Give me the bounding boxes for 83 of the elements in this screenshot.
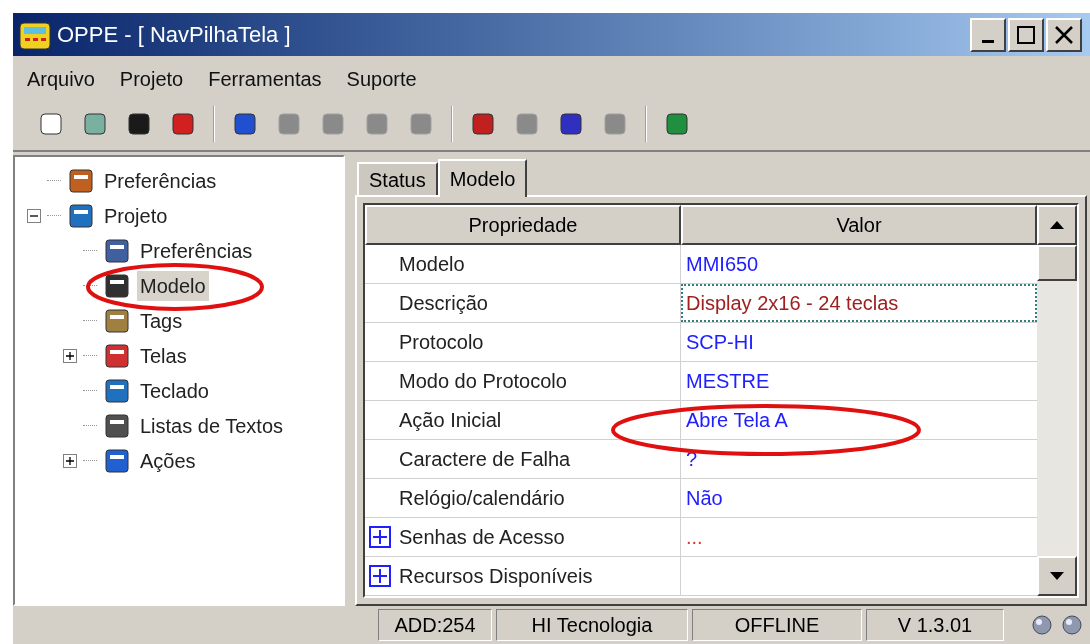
property-value: MESTRE [685, 369, 771, 394]
tree-node-icon [103, 446, 131, 475]
tree-item[interactable]: Tags [137, 305, 186, 336]
toolbar-separator [213, 106, 215, 142]
menu-item[interactable]: Ferramentas [208, 64, 322, 94]
status-led-icon [1032, 615, 1052, 635]
property-value: Não [685, 486, 724, 511]
tool-icon [469, 110, 497, 138]
property-name: Caractere de Falha [399, 447, 571, 472]
tree-item[interactable]: Teclado [137, 375, 212, 406]
minimize-icon [982, 40, 994, 43]
status-panel: ADD:254 [378, 609, 492, 641]
tool-icon [81, 110, 109, 138]
tree-item[interactable]: Telas [137, 340, 190, 371]
tree-node-icon [103, 341, 131, 370]
expand-toggle[interactable] [63, 453, 77, 468]
tool-icon [513, 110, 541, 138]
menu-item[interactable]: Suporte [346, 64, 417, 94]
scroll-thumb[interactable] [1037, 245, 1077, 281]
property-name: Senhas de Acesso [399, 525, 565, 550]
property-name: Relógio/calendário [399, 486, 565, 511]
app-icon [19, 19, 51, 50]
scrollbar[interactable] [1037, 205, 1077, 596]
tree-node-icon [67, 166, 95, 195]
column-header[interactable]: Propriedade [365, 205, 681, 245]
tool-icon [169, 110, 197, 138]
tree-item[interactable]: Listas de Textos [137, 410, 287, 441]
tool-icon [275, 110, 303, 138]
expand-icon[interactable] [369, 565, 391, 587]
menu-item[interactable]: Projeto [119, 64, 184, 94]
minimize-button[interactable] [970, 17, 1006, 52]
tree-item[interactable]: Preferências [137, 235, 256, 266]
tool-icon [319, 110, 347, 138]
tool-icon [663, 110, 691, 138]
tree-node-icon [67, 201, 95, 230]
scroll-down-button[interactable] [1037, 556, 1077, 596]
tree-node-icon [103, 236, 131, 265]
down-arrow-icon [1050, 572, 1064, 580]
tool-icon [407, 110, 435, 138]
tool-icon [601, 110, 629, 138]
status-led-icon [1062, 615, 1082, 635]
tree-node-icon [103, 271, 131, 300]
status-panel: HI Tecnologia [496, 609, 688, 641]
tool-icon [231, 110, 259, 138]
tool-icon [557, 110, 585, 138]
property-name: Recursos Disponíveis [399, 564, 593, 589]
property-value: SCP-HI [685, 330, 755, 355]
toolbar-separator [451, 106, 453, 142]
toolbar-separator [645, 106, 647, 142]
scroll-up-button[interactable] [1037, 205, 1077, 245]
tree-node-icon [103, 306, 131, 335]
property-value: Abre Tela A [685, 408, 789, 433]
column-header[interactable]: Valor [681, 205, 1037, 245]
tree-node-icon [103, 376, 131, 405]
close-icon [1055, 25, 1073, 44]
tree-item[interactable]: Modelo [137, 270, 209, 301]
maximize-icon [1017, 25, 1035, 44]
expand-toggle[interactable] [63, 348, 77, 363]
status-panel: OFFLINE [692, 609, 862, 641]
tab[interactable]: Status [357, 162, 438, 195]
property-name: Ação Inicial [399, 408, 502, 433]
expand-icon[interactable] [369, 526, 391, 548]
property-name: Modo do Protocolo [399, 369, 567, 394]
maximize-button[interactable] [1008, 17, 1044, 52]
tree-item[interactable]: Ações [137, 445, 199, 476]
window-title: OPPE - [ NavPilhaTela ] [57, 21, 291, 49]
property-name: Modelo [399, 252, 465, 277]
property-value: ... [685, 525, 704, 550]
status-panel: V 1.3.01 [866, 609, 1004, 641]
tree-node-icon [103, 411, 131, 440]
tree-item[interactable]: Projeto [101, 200, 171, 231]
property-name: Protocolo [399, 330, 484, 355]
menu-item[interactable]: Arquivo [27, 64, 95, 94]
collapse-toggle[interactable] [27, 208, 41, 223]
tab[interactable]: Modelo [437, 159, 528, 197]
close-button[interactable] [1046, 17, 1082, 52]
property-value: MMI650 [685, 252, 760, 277]
property-name: Descrição [399, 291, 488, 316]
tool-icon [363, 110, 391, 138]
up-arrow-icon [1050, 221, 1064, 229]
tool-icon [37, 110, 65, 138]
tree-item[interactable]: Preferências [101, 165, 220, 196]
tool-icon [125, 110, 153, 138]
